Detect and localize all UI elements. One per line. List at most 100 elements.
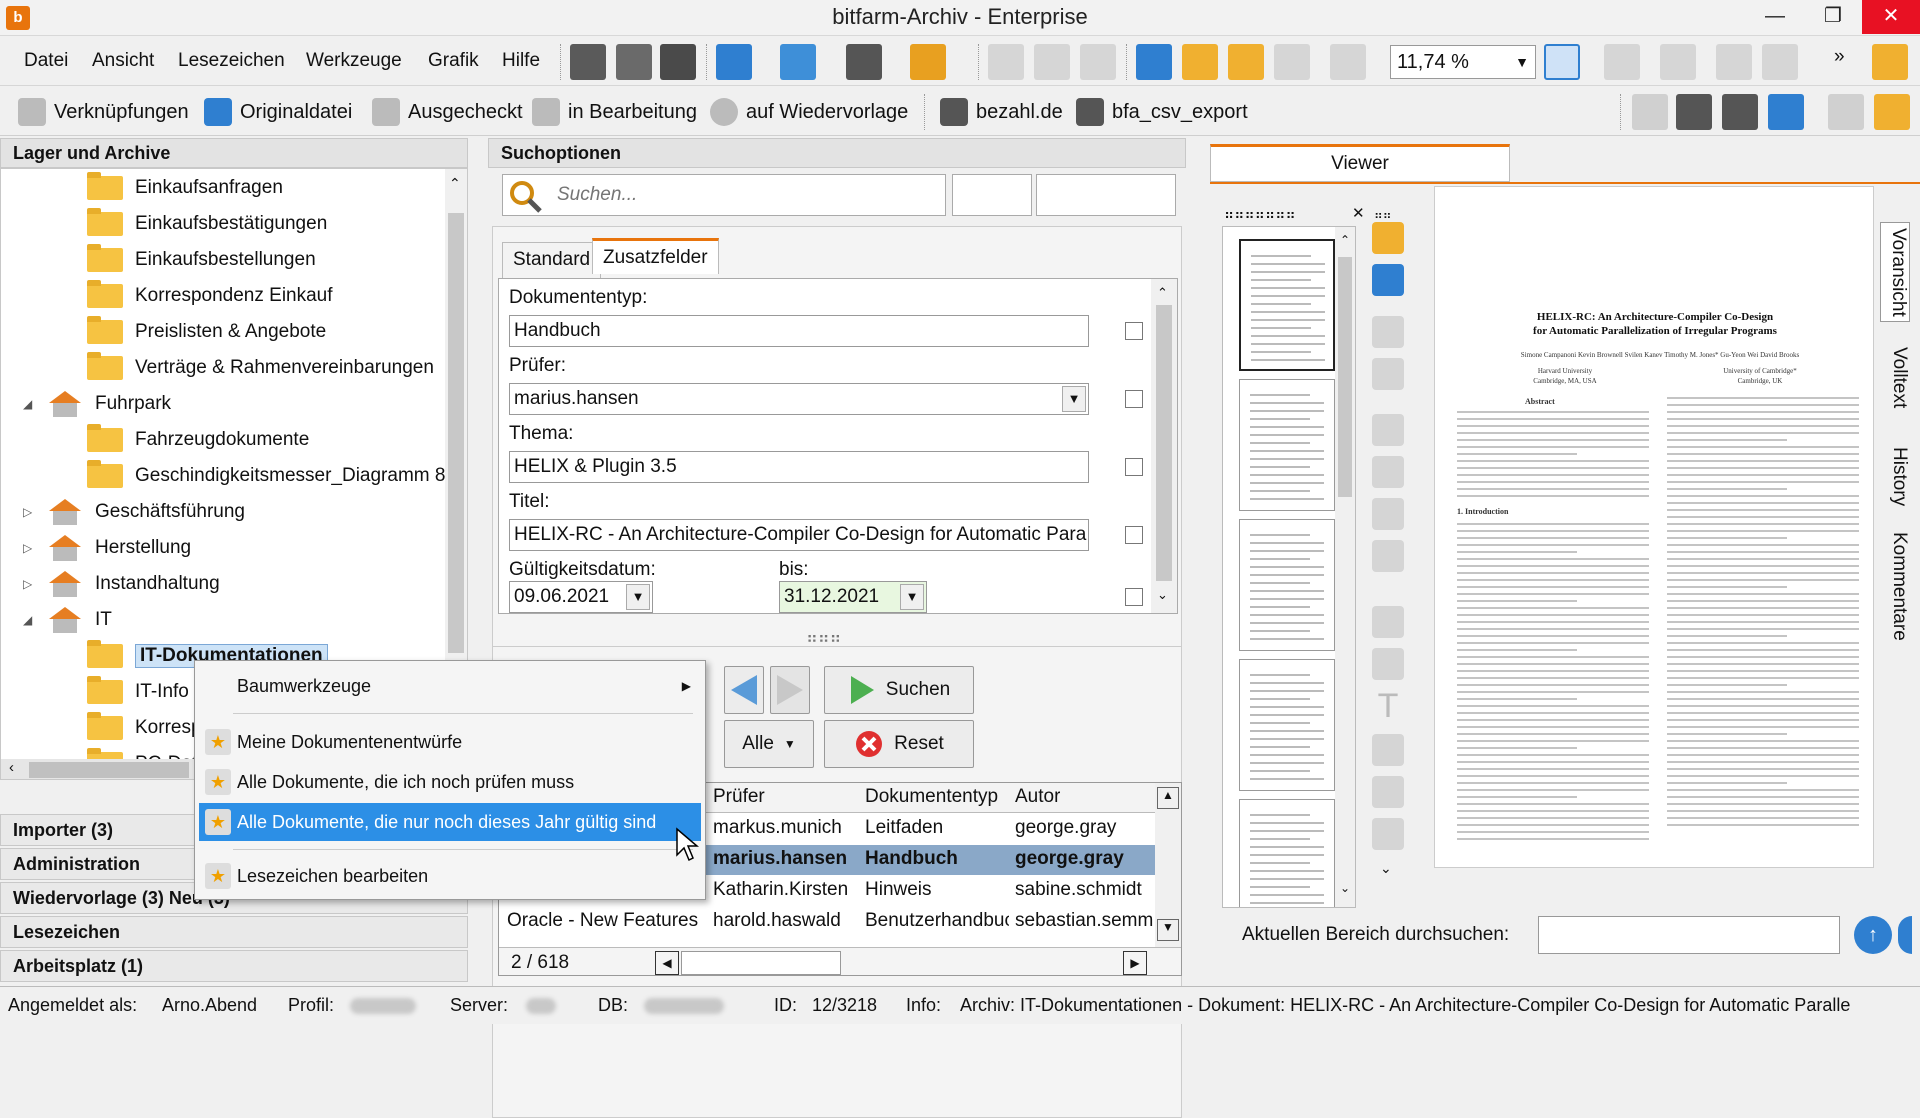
split-view-icon[interactable] (660, 44, 696, 80)
stamp-icon[interactable] (1372, 498, 1404, 530)
chevron-up-icon[interactable]: ⌃ (1340, 233, 1350, 247)
stamp-view-icon[interactable] (1372, 264, 1404, 296)
reviewer-checkbox[interactable] (1125, 390, 1143, 408)
menu-lesezeichen[interactable]: Lesezeichen (178, 50, 285, 72)
tree-item[interactable]: ▷ Geschäftsführung (23, 495, 245, 529)
ctx-edit-bookmarks[interactable]: ★ Lesezeichen bearbeiten (199, 857, 701, 895)
stamp-icon[interactable] (1274, 44, 1310, 80)
fields-scroll-thumb[interactable] (1156, 305, 1172, 581)
tree-item[interactable]: ▷ Instandhaltung (23, 567, 220, 601)
tab-viewer[interactable]: Viewer (1210, 144, 1510, 182)
page-thumbnail[interactable] (1239, 519, 1335, 651)
tree-item[interactable]: ◢ Fuhrpark (23, 387, 171, 421)
menu-ansicht[interactable]: Ansicht (92, 50, 154, 72)
col-author[interactable]: Autor (1015, 786, 1060, 808)
valid-to-date[interactable]: 31.12.2021 ▼ (779, 581, 927, 613)
collapse-icon[interactable]: ◢ (23, 613, 32, 627)
lock-icon[interactable] (1874, 94, 1910, 130)
ctx-tree-tools[interactable]: Baumwerkzeuge ▶ (199, 667, 701, 705)
tree-item[interactable]: Korresp (87, 711, 202, 745)
text-icon[interactable]: T (1372, 689, 1404, 723)
page-thumbnail[interactable] (1239, 379, 1335, 511)
chevron-up-icon[interactable]: ⌃ (1157, 285, 1168, 301)
collapse-icon[interactable]: ◢ (23, 397, 32, 411)
arrow-down-icon[interactable] (1898, 916, 1912, 954)
scroll-top-icon[interactable]: ▲ (1157, 787, 1179, 809)
tab-standard[interactable]: Standard (502, 242, 602, 278)
maximize-button[interactable]: ❐ (1804, 0, 1862, 34)
menu-grafik[interactable]: Grafik (428, 50, 479, 72)
thumbs-scrollbar[interactable]: ⌃ ⌄ (1335, 227, 1355, 907)
doctype-input[interactable]: Handbuch (509, 315, 1089, 347)
note-icon[interactable] (1372, 734, 1404, 766)
save-icon[interactable] (716, 44, 752, 80)
page-thumbnail[interactable] (1239, 659, 1335, 791)
valid-from-date[interactable]: 09.06.2021 ▼ (509, 581, 653, 613)
chevron-up-icon[interactable]: ⌃ (449, 175, 461, 192)
tab-additional-fields[interactable]: Zusatzfelder (592, 238, 719, 274)
chevron-down-icon[interactable]: ⌄ (1340, 881, 1350, 895)
tools-grip[interactable]: ⠶⠶ (1374, 208, 1392, 222)
thumbs-scroll-thumb[interactable] (1338, 257, 1352, 497)
tree-h-scroll-thumb[interactable] (29, 762, 189, 778)
tab-comments[interactable]: Kommentare (1880, 526, 1910, 646)
stamp-add-icon[interactable] (1722, 94, 1758, 130)
search-option-field[interactable] (952, 174, 1032, 216)
tree-item[interactable]: Einkaufsbestellungen (87, 243, 316, 277)
close-button[interactable]: ✕ (1862, 0, 1920, 34)
splitter-grip[interactable]: ⠶⠶⠶ (806, 628, 841, 648)
tree-item[interactable]: Verträge & Rahmenvereinbarungen (87, 351, 434, 385)
list-view-icon[interactable] (616, 44, 652, 80)
col-reviewer[interactable]: Prüfer (713, 786, 765, 808)
hashtag-icon[interactable] (1136, 44, 1172, 80)
stamp-icon[interactable] (1372, 540, 1404, 572)
resubmit-button[interactable]: auf Wiedervorlage (710, 94, 908, 130)
print-icon[interactable] (846, 44, 882, 80)
csv-export-button[interactable]: bfa_csv_export (1076, 94, 1248, 130)
minimize-button[interactable]: — (1746, 0, 1804, 34)
arrow-up-icon[interactable]: ↑ (1854, 916, 1892, 954)
doctype-checkbox[interactable] (1125, 322, 1143, 340)
fit-width-icon[interactable] (1544, 44, 1580, 80)
lock-icon[interactable] (1372, 222, 1404, 254)
tree-item[interactable]: Preislisten & Angebote (87, 315, 326, 349)
tree-item[interactable]: Fahrzeugdokumente (87, 423, 309, 457)
page-thumbnail[interactable] (1239, 239, 1335, 371)
scroll-bottom-icon[interactable]: ▼ (1157, 919, 1179, 941)
col-doctype[interactable]: Dokumententyp (865, 786, 998, 808)
tree-item[interactable]: ▷ Herstellung (23, 531, 191, 565)
tree-item[interactable]: Einkaufsanfragen (87, 171, 283, 205)
checked-out-button[interactable]: Ausgecheckt (372, 94, 523, 130)
bezahl-button[interactable]: bezahl.de (940, 94, 1063, 130)
valid-checkbox[interactable] (1125, 588, 1143, 606)
tree-scroll-thumb[interactable] (448, 213, 464, 653)
menu-hilfe[interactable]: Hilfe (502, 50, 540, 72)
key-add-icon[interactable] (1228, 44, 1264, 80)
email-icon[interactable] (780, 44, 816, 80)
scroll-left-icon[interactable]: ◀ (655, 951, 679, 975)
clipboard-icon[interactable] (910, 44, 946, 80)
viewer-search-input[interactable] (1538, 916, 1840, 954)
toolbar-overflow-icon[interactable]: » (1834, 46, 1845, 68)
tab-history[interactable]: History (1880, 432, 1910, 522)
original-file-button[interactable]: Originaldatei (204, 94, 352, 130)
thumbs-grip[interactable]: ⠶⠶⠶⠶⠶⠶⠶ (1224, 206, 1296, 223)
in-edit-button[interactable]: in Bearbeitung (532, 94, 697, 130)
tree-item[interactable]: ◢ IT (23, 603, 112, 637)
chevron-double-down-icon[interactable]: ⌄ (1380, 860, 1392, 877)
ctx-valid-this-year[interactable]: ★ Alle Dokumente, die nur noch dieses Jah… (199, 803, 701, 841)
scroll-right-icon[interactable]: ▶ (1123, 951, 1147, 975)
accordion-bookmarks[interactable]: Lesezeichen (0, 916, 468, 948)
rotate-left-icon[interactable] (988, 44, 1024, 80)
image-icon[interactable] (1372, 648, 1404, 680)
tree-item[interactable]: Geschindigkeitsmesser_Diagramm 8 (87, 459, 445, 493)
chevron-down-icon[interactable]: ▼ (1062, 386, 1086, 412)
reviewer-select[interactable]: marius.hansen ▼ (509, 383, 1089, 415)
meta-icon[interactable] (1768, 94, 1804, 130)
chevron-down-icon[interactable]: ⌄ (1157, 587, 1168, 603)
key-icon[interactable] (1182, 44, 1218, 80)
chevron-down-icon[interactable]: ▼ (900, 584, 924, 610)
pen-icon[interactable] (1372, 818, 1404, 850)
rotate-180-icon[interactable] (1034, 44, 1070, 80)
title-input[interactable]: HELIX-RC - An Architecture-Compiler Co-D… (509, 519, 1089, 551)
